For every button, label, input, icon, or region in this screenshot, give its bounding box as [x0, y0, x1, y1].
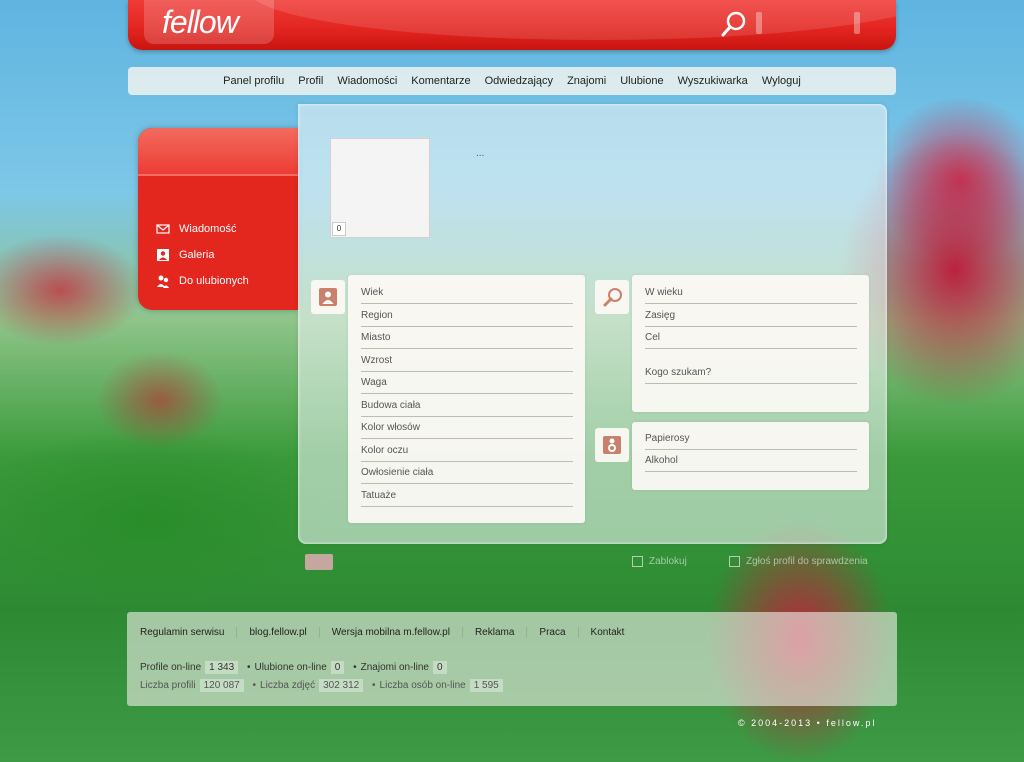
nav-panel-profilu[interactable]: Panel profilu	[216, 75, 291, 87]
search-icon[interactable]	[721, 10, 747, 38]
small-action-button[interactable]	[305, 554, 333, 570]
avatar[interactable]: 0	[330, 138, 430, 238]
nav-wyszukiwarka[interactable]: Wyszukiwarka	[671, 75, 755, 87]
footer-link-regulamin[interactable]: Regulamin serwisu	[140, 627, 238, 638]
field-region: Region	[361, 304, 573, 327]
field-kolor-oczu: Kolor oczu	[361, 439, 573, 462]
block-option-label: Zablokuj	[649, 556, 687, 567]
stat-value: 120 087	[199, 679, 244, 692]
footer: Regulamin serwisu blog.fellow.pl Wersja …	[127, 612, 897, 706]
stat-label: Liczba osób on-line	[379, 680, 466, 691]
nav-wyloguj[interactable]: Wyloguj	[755, 75, 808, 87]
image-icon	[157, 249, 169, 261]
action-label: Galeria	[179, 249, 215, 261]
stat-label: Znajomi on-line	[360, 662, 429, 673]
profile-main-panel: 0 ... Wiek Region Miasto Wzrost Waga Bud…	[298, 104, 887, 544]
action-gallery[interactable]: Galeria	[156, 242, 298, 268]
photo-count-badge: 0	[332, 222, 346, 236]
profile-nick: ...	[476, 148, 485, 159]
action-add-favorite[interactable]: Do ulubionych	[156, 268, 298, 294]
header-divider	[854, 12, 860, 34]
footer-link-blog[interactable]: blog.fellow.pl	[249, 627, 320, 638]
habits-card: Papierosy Alkohol	[632, 422, 869, 490]
online-stats: Profile on-line 1 343 • Ulubione on-line 0 …	[140, 661, 453, 674]
envelope-icon	[156, 224, 170, 234]
nav-odwiedzajacy[interactable]: Odwiedzający	[478, 75, 560, 87]
stat-value: 1 595	[469, 679, 503, 692]
field-wiek: Wiek	[361, 281, 573, 304]
stat-label: Ulubione on-line	[254, 662, 327, 673]
people-icon	[157, 275, 169, 288]
main-nav: Panel profilu Profil Wiadomości Komentar…	[128, 67, 896, 95]
report-option-label: Zgłoś profil do sprawdzenia	[746, 556, 868, 567]
footer-links: Regulamin serwisu blog.fellow.pl Wersja …	[140, 627, 648, 638]
field-w-wieku: W wieku	[645, 281, 857, 304]
person-icon	[319, 288, 337, 306]
field-owlosienie: Owłosienie ciała	[361, 461, 573, 484]
stat-value: 302 312	[319, 679, 364, 692]
footer-link-reklama[interactable]: Reklama	[475, 627, 528, 638]
field-budowa: Budowa ciała	[361, 394, 573, 417]
looking-for-card: W wieku Zasięg Cel Kogo szukam?	[632, 275, 869, 412]
field-papierosy: Papierosy	[645, 427, 857, 450]
profile-actions-panel: Wiadomość Galeria Do ulubionych	[138, 128, 298, 310]
stat-value: 1 343	[205, 661, 239, 674]
stat-value: 0	[330, 661, 345, 674]
looking-for-tab	[595, 280, 629, 314]
panel-header	[138, 128, 298, 176]
nav-wiadomosci[interactable]: Wiadomości	[330, 75, 404, 87]
user-badge-icon	[603, 436, 621, 454]
action-message[interactable]: Wiadomość	[156, 216, 298, 242]
field-waga: Waga	[361, 371, 573, 394]
field-kolor-wlosow: Kolor włosów	[361, 416, 573, 439]
footer-link-mobile[interactable]: Wersja mobilna m.fellow.pl	[332, 627, 463, 638]
nav-znajomi[interactable]: Znajomi	[560, 75, 613, 87]
footer-link-praca[interactable]: Praca	[539, 627, 579, 638]
checkbox-icon[interactable]	[729, 556, 740, 567]
nav-ulubione[interactable]: Ulubione	[613, 75, 670, 87]
header-bar: fellow	[128, 0, 896, 50]
header-divider	[756, 12, 762, 34]
footer-link-kontakt[interactable]: Kontakt	[591, 627, 637, 638]
action-label: Do ulubionych	[179, 275, 249, 287]
logo[interactable]: fellow	[162, 4, 239, 41]
field-kogo-szukam: Kogo szukam?	[645, 361, 857, 384]
nav-komentarze[interactable]: Komentarze	[404, 75, 477, 87]
stat-label: Liczba profili	[140, 680, 196, 691]
about-card: Wiek Region Miasto Wzrost Waga Budowa ci…	[348, 275, 585, 523]
block-option[interactable]: Zablokuj	[632, 556, 687, 567]
field-tatuaze: Tatuaże	[361, 484, 573, 507]
field-zasieg: Zasięg	[645, 304, 857, 327]
field-wzrost: Wzrost	[361, 349, 573, 372]
totals-stats: Liczba profili 120 087 • Liczba zdjęć 302 3…	[140, 679, 509, 692]
magnifier-icon	[603, 288, 622, 307]
field-alkohol: Alkohol	[645, 449, 857, 472]
nav-profil[interactable]: Profil	[291, 75, 330, 87]
stat-label: Profile on-line	[140, 662, 202, 673]
about-tab	[311, 280, 345, 314]
copyright: © 2004-2013 • fellow.pl	[738, 718, 877, 728]
report-option[interactable]: Zgłoś profil do sprawdzenia	[729, 556, 868, 567]
header-gloss	[248, 0, 896, 40]
stat-label: Liczba zdjęć	[260, 680, 316, 691]
field-cel: Cel	[645, 326, 857, 349]
checkbox-icon[interactable]	[632, 556, 643, 567]
action-label: Wiadomość	[179, 223, 237, 235]
habits-tab	[595, 428, 629, 462]
stat-value: 0	[433, 661, 447, 674]
field-miasto: Miasto	[361, 326, 573, 349]
